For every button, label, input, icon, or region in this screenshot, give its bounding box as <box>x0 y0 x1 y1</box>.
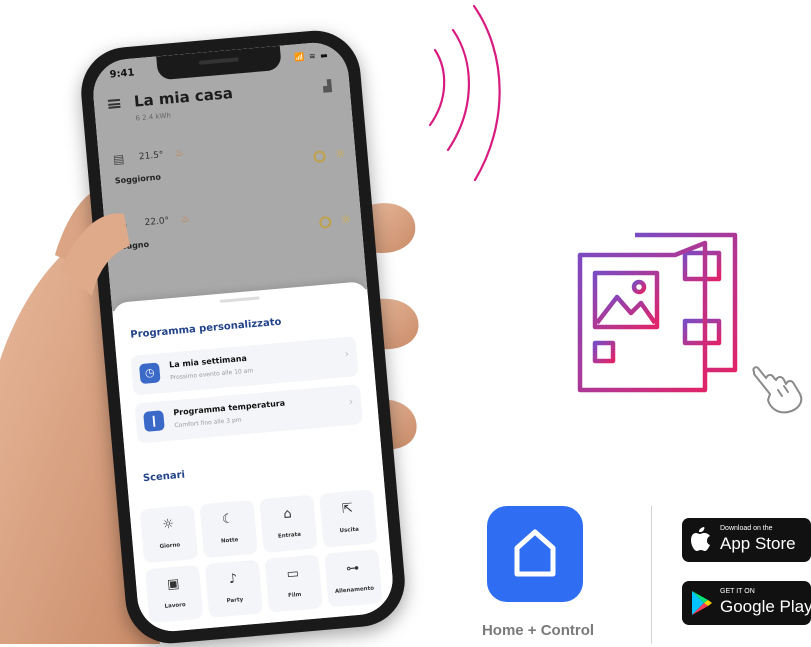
scene-grid: ☼ Giorno ☾ Notte ⌂ Entrata ⇱ Uscita ▣ La… <box>139 489 383 624</box>
scene-label: Uscita <box>339 526 360 535</box>
app-store-button[interactable]: Download on the App Store <box>682 518 811 562</box>
briefcase-icon: ▣ <box>166 576 181 593</box>
room-temperature: 21.5° <box>138 150 164 163</box>
scene-label: Entrata <box>277 531 302 540</box>
enter-icon: ⌂ <box>282 506 293 523</box>
clock-icon: ◷ <box>138 362 161 385</box>
smartphone: 9:41 📶 ≋ ▬ La mia casa 6 2.4 kWh ▟ ▤ 21.… <box>77 26 409 647</box>
card-subtitle: Comfort fino alle 3 pm <box>174 416 242 430</box>
thermometer-icon: ❙ <box>143 410 165 432</box>
card-title: Programma temperatura <box>172 398 286 418</box>
sun-icon[interactable]: ☼ <box>334 146 346 161</box>
app-store-label: App Store <box>720 534 796 553</box>
room-name: Soggiorno <box>114 172 162 186</box>
card-subtitle: Prossimo evento alle 10 am <box>169 367 254 382</box>
google-play-label: Google Play <box>720 597 811 616</box>
home-overview: 9:41 📶 ≋ ▬ La mia casa 6 2.4 kWh ▟ ▤ 21.… <box>90 39 368 312</box>
scene-label: Film <box>287 591 302 600</box>
scene-label: Allenamento <box>334 585 375 595</box>
google-play-icon <box>692 591 712 615</box>
home-title: La mia casa <box>133 83 234 111</box>
temperature-program-card[interactable]: ❙ Programma temperatura Comfort fino all… <box>134 384 364 444</box>
chevron-right-icon: › <box>344 348 350 361</box>
mode-icon[interactable] <box>318 215 332 229</box>
scene-allenamento[interactable]: ⊶ Allenamento <box>324 549 383 608</box>
home-subtitle: 6 2.4 kWh <box>135 111 172 123</box>
scene-label: Giorno <box>159 542 181 551</box>
brochure-icon[interactable] <box>575 225 745 395</box>
moon-icon: ☾ <box>221 511 235 528</box>
room-card[interactable]: ▤ 21.5° ♨ Soggiorno ☼ <box>112 132 356 205</box>
divider <box>651 506 652 644</box>
dumbbell-icon: ⊶ <box>345 560 360 577</box>
scene-giorno[interactable]: ☼ Giorno <box>139 504 199 564</box>
house-icon <box>514 529 556 577</box>
hamburger-menu-icon[interactable] <box>107 98 121 109</box>
phone-screen: 9:41 📶 ≋ ▬ La mia casa 6 2.4 kWh ▟ ▤ 21.… <box>90 39 396 635</box>
home-control-app-icon[interactable] <box>487 506 583 602</box>
sheet-handle[interactable] <box>219 296 260 303</box>
scene-notte[interactable]: ☾ Notte <box>199 499 258 559</box>
chevron-right-icon: › <box>348 396 354 408</box>
apple-icon <box>691 527 710 551</box>
scene-label: Party <box>226 596 244 605</box>
room-name: Bagno <box>120 239 150 252</box>
flame-icon: ♨ <box>174 147 185 160</box>
status-icons: 📶 ≋ ▬ <box>294 50 330 63</box>
google-play-button[interactable]: GET IT ON Google Play <box>682 581 811 625</box>
scene-label: Lavoro <box>164 602 186 610</box>
sun-icon[interactable]: ☼ <box>340 212 352 227</box>
scene-film[interactable]: ▭ Film <box>264 554 323 613</box>
scene-party[interactable]: ♪ Party <box>204 559 264 619</box>
sun-icon: ☼ <box>161 516 175 533</box>
room-card[interactable]: ♁ 22.0° ♨ Bagno ☼ <box>118 198 362 271</box>
status-time: 9:41 <box>109 67 135 81</box>
app-name: Home + Control <box>481 622 595 639</box>
chart-icon[interactable]: ▟ <box>322 79 332 93</box>
pointer-hand-icon <box>752 366 803 414</box>
scene-lavoro[interactable]: ▣ Lavoro <box>144 564 204 624</box>
tv-icon: ▭ <box>286 566 300 583</box>
scene-label: Notte <box>220 537 239 545</box>
mode-icon[interactable] <box>313 150 327 164</box>
wireless-signal-icon <box>428 4 501 182</box>
card-title: La mia settimana <box>168 353 248 370</box>
google-play-small-text: GET IT ON <box>720 588 755 595</box>
room-temperature: 22.0° <box>144 216 170 229</box>
scene-uscita[interactable]: ⇱ Uscita <box>318 489 378 548</box>
section-title-scenes: Scenari <box>142 469 186 485</box>
section-title-program: Programma personalizzato <box>129 316 282 341</box>
bath-icon: ♁ <box>118 217 129 233</box>
app-store-small-text: Download on the <box>720 525 773 532</box>
party-icon: ♪ <box>228 571 238 588</box>
scene-entrata[interactable]: ⌂ Entrata <box>259 494 318 553</box>
radiator-icon: ▤ <box>112 151 125 167</box>
bottom-sheet: Programma personalizzato ◷ La mia settim… <box>111 281 396 635</box>
exit-icon: ⇱ <box>341 501 354 518</box>
flame-icon: ♨ <box>180 213 190 225</box>
